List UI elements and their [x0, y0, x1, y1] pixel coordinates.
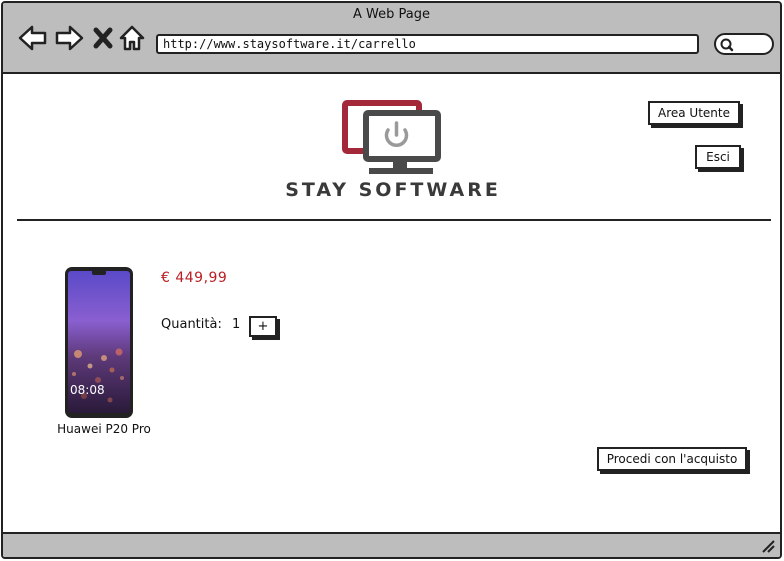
status-bar: [3, 532, 780, 557]
header-divider: [17, 219, 771, 221]
increase-quantity-button[interactable]: +: [249, 316, 277, 337]
search-icon: [720, 38, 734, 52]
product-name: Huawei P20 Pro: [57, 422, 151, 436]
logout-button[interactable]: Esci: [695, 145, 741, 169]
logo-text: STAY SOFTWARE: [285, 179, 501, 201]
site-logo[interactable]: STAY SOFTWARE: [263, 99, 523, 203]
product-image[interactable]: 08:08: [64, 266, 134, 419]
window-title: A Web Page: [353, 7, 430, 22]
url-input[interactable]: http://www.staysoftware.it/carrello: [156, 34, 699, 54]
quantity-label: Quantità:: [161, 317, 222, 332]
browser-window: A Web Page http://www.staysoftware.it/ca…: [1, 1, 782, 559]
monitor-power-logo-icon: [342, 100, 441, 174]
phone-clock: 08:08: [70, 383, 105, 397]
arrow-right-icon[interactable]: [53, 23, 85, 53]
home-icon[interactable]: [118, 23, 146, 53]
arrow-left-icon[interactable]: [17, 23, 49, 53]
browser-chrome: A Web Page http://www.staysoftware.it/ca…: [3, 3, 780, 74]
area-utente-button[interactable]: Area Utente: [648, 101, 740, 125]
quantity-value: 1: [232, 317, 241, 332]
close-icon[interactable]: [91, 23, 115, 53]
resize-grip-icon[interactable]: [760, 538, 776, 554]
checkout-button[interactable]: Procedi con l'acquisto: [597, 447, 747, 471]
product-price: € 449,99: [161, 270, 228, 286]
search-field[interactable]: [714, 33, 774, 55]
